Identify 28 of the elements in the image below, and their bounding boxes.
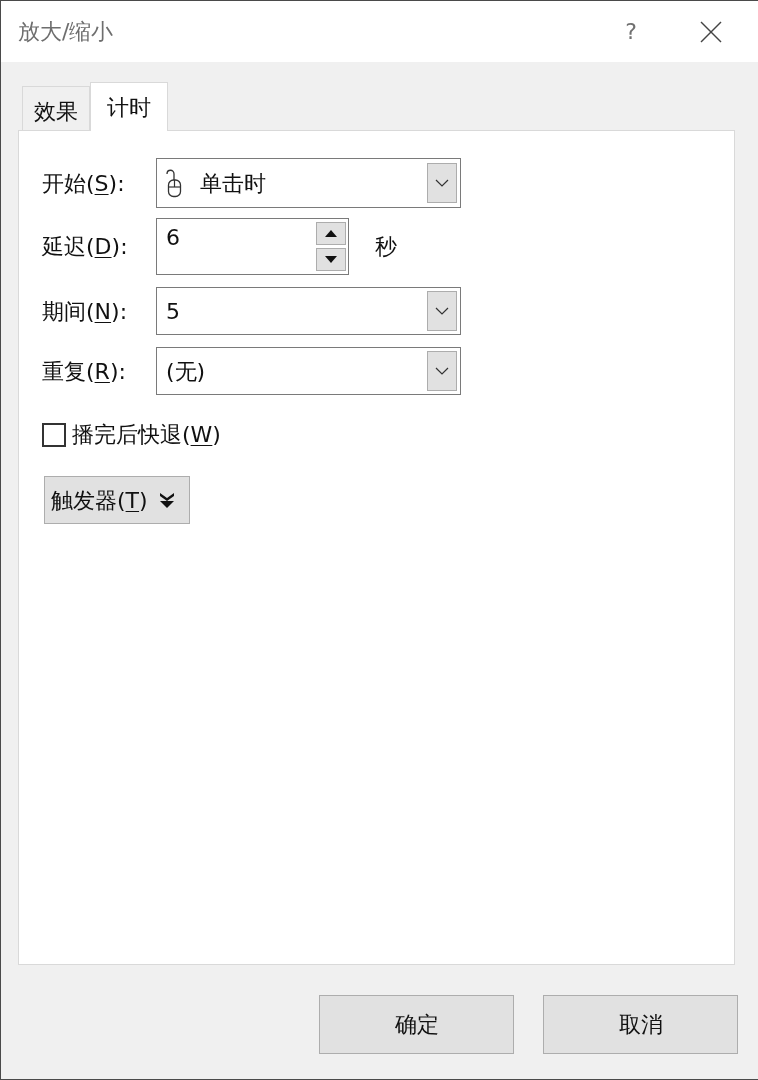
field-label: 重复(R): xyxy=(42,357,127,386)
close-button[interactable] xyxy=(700,20,722,43)
ok-button[interactable]: 确定 xyxy=(319,995,514,1054)
field-label: 延迟(D): xyxy=(42,233,129,261)
close-icon xyxy=(700,20,722,43)
cancel-button[interactable]: 取消 xyxy=(543,995,738,1054)
help-button[interactable]: ? xyxy=(616,15,646,48)
chevron-down-icon xyxy=(435,307,449,315)
start-dropdown[interactable]: 单击时 xyxy=(156,158,461,208)
caret-up-icon xyxy=(325,230,337,237)
window-title: 放大/缩小 xyxy=(18,18,115,46)
chevron-down-icon xyxy=(435,179,449,187)
caret-down-icon xyxy=(325,256,337,263)
dropdown-field[interactable]: 5 xyxy=(156,287,461,335)
tab[interactable]: 计时 xyxy=(90,82,168,131)
checkbox-label[interactable]: 播完后快退(W) xyxy=(72,418,221,451)
chevron-down-icon xyxy=(435,367,449,375)
dropdown-field[interactable]: (无) xyxy=(156,347,461,395)
spin-down-button[interactable] xyxy=(316,248,346,271)
unit-label: 秒 xyxy=(375,233,397,261)
spin-up-button[interactable] xyxy=(316,222,346,245)
field-label: 开始(S): xyxy=(42,169,126,198)
number-input[interactable]: 6 xyxy=(156,218,349,275)
triggers-button[interactable]: 触发器(T) xyxy=(44,476,190,524)
tab[interactable]: 效果 xyxy=(22,86,90,130)
double-chevron-down-icon xyxy=(159,492,174,508)
field-label: 期间(N): xyxy=(42,297,129,326)
checkbox[interactable] xyxy=(42,422,66,447)
